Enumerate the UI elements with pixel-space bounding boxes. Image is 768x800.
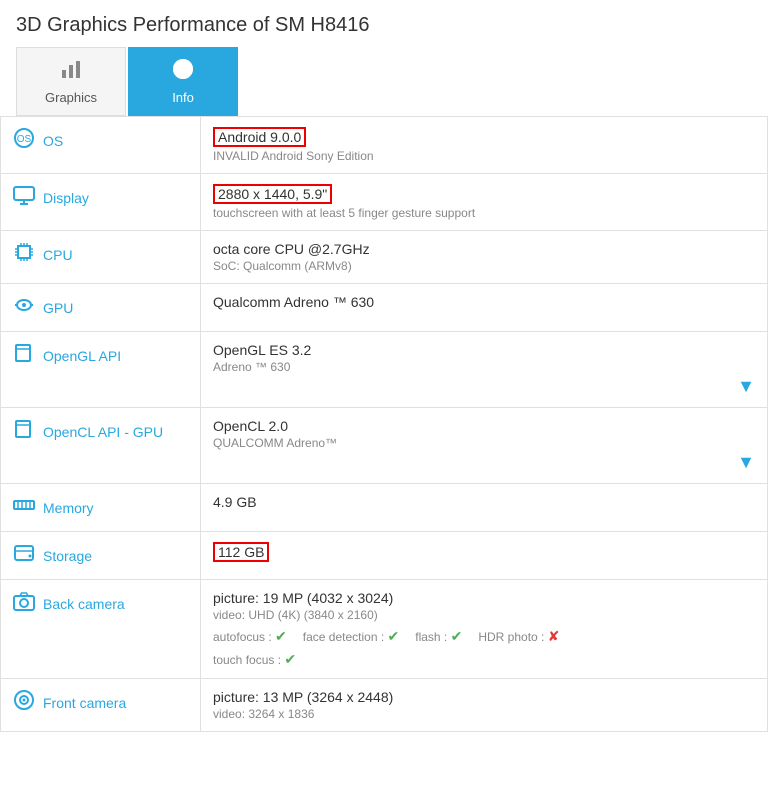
opencl-dropdown-icon[interactable]: ▼ (737, 452, 755, 473)
storage-label: Storage (13, 542, 188, 569)
table-row: Front camera picture: 13 MP (3264 x 2448… (1, 679, 768, 732)
os-sub: INVALID Android Sony Edition (213, 149, 755, 163)
feature-hdr: HDR photo : ✘ (478, 628, 559, 645)
tab-bar: Graphics i i Info (0, 47, 768, 116)
storage-icon (13, 542, 35, 569)
touch-focus-check: ✔ (284, 651, 296, 667)
cpu-icon (13, 241, 35, 268)
face-detection-check: ✔ (388, 628, 400, 644)
display-sub: touchscreen with at least 5 finger gestu… (213, 206, 755, 220)
hdr-cross: ✘ (548, 628, 560, 644)
opengl-value: OpenGL ES 3.2 (213, 342, 755, 358)
opengl-sub: Adreno ™ 630 (213, 360, 755, 374)
os-label: OS OS (13, 127, 188, 154)
info-table: OS OS Android 9.0.0 INVALID Android Sony… (0, 116, 768, 732)
display-value: 2880 x 1440, 5.9" (213, 184, 755, 204)
opengl-dropdown-icon[interactable]: ▼ (737, 376, 755, 397)
opencl-label: OpenCL API - GPU (13, 418, 188, 445)
table-row: GPU Qualcomm Adreno ™ 630 (1, 284, 768, 332)
opencl-icon (13, 418, 35, 445)
table-row: Storage 112 GB (1, 532, 768, 580)
opencl-sub: QUALCOMM Adreno™ (213, 436, 755, 450)
autofocus-check: ✔ (275, 628, 287, 644)
camera-icon (13, 590, 35, 617)
tab-info-label: Info (172, 90, 194, 105)
back-camera-label: Back camera (13, 590, 188, 617)
tab-graphics-label: Graphics (45, 90, 97, 105)
gpu-value: Qualcomm Adreno ™ 630 (213, 294, 755, 310)
tab-info[interactable]: i i Info (128, 47, 238, 116)
table-row: OpenCL API - GPU OpenCL 2.0 QUALCOMM Adr… (1, 408, 768, 484)
page-title: 3D Graphics Performance of SM H8416 (0, 0, 768, 47)
os-icon: OS (13, 127, 35, 154)
table-row: OpenGL API OpenGL ES 3.2 Adreno ™ 630 ▼ (1, 332, 768, 408)
graphics-icon (60, 58, 82, 86)
front-camera-icon (13, 689, 35, 716)
gpu-icon (13, 294, 35, 321)
opengl-label: OpenGL API (13, 342, 188, 369)
opencl-value: OpenCL 2.0 (213, 418, 755, 434)
flash-check: ✔ (451, 628, 463, 644)
gpu-label: GPU (13, 294, 188, 321)
table-row: Back camera picture: 19 MP (4032 x 3024)… (1, 580, 768, 679)
display-label: Display (13, 184, 188, 211)
svg-text:i: i (181, 61, 185, 77)
feature-touch-focus: touch focus : ✔ (213, 651, 755, 668)
opengl-icon (13, 342, 35, 369)
table-row: Display 2880 x 1440, 5.9" touchscreen wi… (1, 174, 768, 231)
os-value: Android 9.0.0 (213, 127, 755, 147)
cpu-value: octa core CPU @2.7GHz (213, 241, 755, 257)
memory-value: 4.9 GB (213, 494, 755, 510)
tab-graphics[interactable]: Graphics (16, 47, 126, 116)
cpu-label: CPU (13, 241, 188, 268)
cpu-sub: SoC: Qualcomm (ARMv8) (213, 259, 755, 273)
info-icon: i i (172, 58, 194, 86)
memory-label: Memory (13, 494, 188, 521)
front-camera-sub: video: 3264 x 1836 (213, 707, 755, 721)
back-camera-sub: video: UHD (4K) (3840 x 2160) (213, 608, 755, 622)
memory-icon (13, 494, 35, 521)
feature-autofocus: autofocus : ✔ (213, 628, 287, 645)
table-row: OS OS Android 9.0.0 INVALID Android Sony… (1, 117, 768, 174)
feature-face-detection: face detection : ✔ (303, 628, 399, 645)
back-camera-value: picture: 19 MP (4032 x 3024) (213, 590, 755, 606)
feature-flash: flash : ✔ (415, 628, 462, 645)
display-icon (13, 184, 35, 211)
back-camera-features: autofocus : ✔ face detection : ✔ flash :… (213, 628, 755, 645)
front-camera-value: picture: 13 MP (3264 x 2448) (213, 689, 755, 705)
storage-value: 112 GB (213, 542, 755, 562)
table-row: Memory 4.9 GB (1, 484, 768, 532)
svg-text:OS: OS (17, 134, 32, 145)
front-camera-label: Front camera (13, 689, 188, 716)
table-row: CPU octa core CPU @2.7GHz SoC: Qualcomm … (1, 231, 768, 284)
